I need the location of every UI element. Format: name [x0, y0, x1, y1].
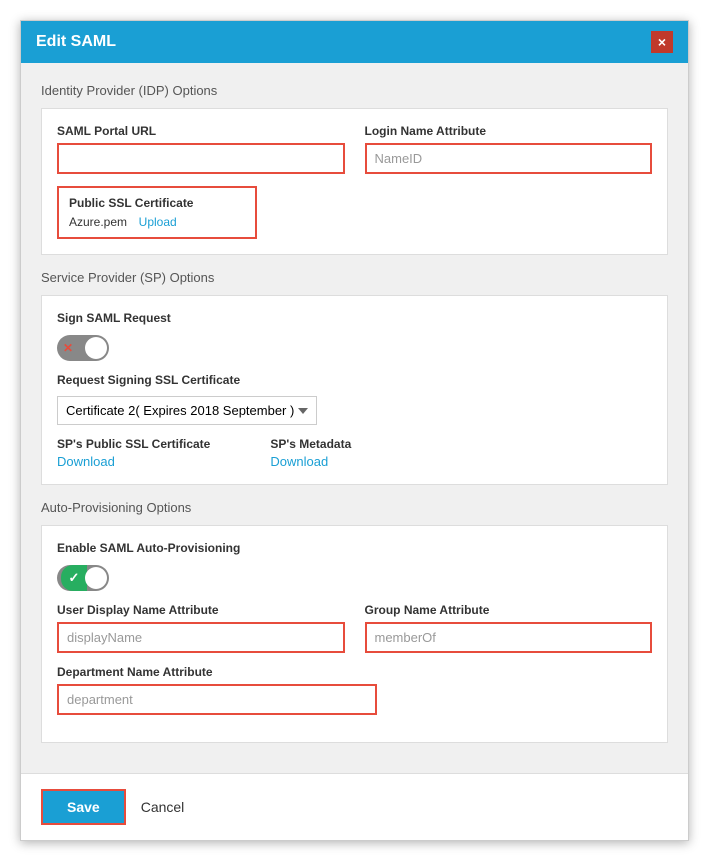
request-signing-label: Request Signing SSL Certificate: [57, 373, 652, 387]
dept-name-group: Department Name Attribute: [57, 665, 377, 715]
enable-auto-toggle[interactable]: ✓: [57, 565, 109, 591]
group-name-label: Group Name Attribute: [365, 603, 653, 617]
modal-body: Identity Provider (IDP) Options SAML Por…: [21, 63, 688, 773]
idp-section-title: Identity Provider (IDP) Options: [41, 83, 668, 98]
upload-link[interactable]: Upload: [139, 215, 177, 229]
user-display-group: User Display Name Attribute: [57, 603, 345, 653]
sp-metadata-label: SP's Metadata: [270, 437, 351, 451]
auto-section-box: Enable SAML Auto-Provisioning ✓ User Dis…: [41, 525, 668, 743]
group-name-input[interactable]: [365, 622, 653, 653]
close-button[interactable]: ×: [651, 31, 673, 53]
sp-metadata-col: SP's Metadata Download: [270, 437, 351, 469]
sign-request-group: Sign SAML Request ✕: [57, 311, 652, 361]
modal-footer: Save Cancel: [21, 773, 688, 840]
user-display-label: User Display Name Attribute: [57, 603, 345, 617]
download-row: SP's Public SSL Certificate Download SP'…: [57, 437, 652, 469]
group-name-group: Group Name Attribute: [365, 603, 653, 653]
enable-auto-group: Enable SAML Auto-Provisioning ✓: [57, 541, 652, 591]
sp-section-title: Service Provider (SP) Options: [41, 270, 668, 285]
enable-auto-toggle-container: ✓: [57, 565, 652, 591]
login-name-input[interactable]: [365, 143, 653, 174]
saml-url-group: SAML Portal URL: [57, 124, 345, 174]
ssl-cert-filename: Azure.pem: [69, 215, 127, 229]
sp-section-box: Sign SAML Request ✕ Request Signing SSL …: [41, 295, 668, 485]
sp-metadata-download-link[interactable]: Download: [270, 454, 351, 469]
dept-row: Department Name Attribute: [57, 665, 652, 715]
sp-ssl-download-link[interactable]: Download: [57, 454, 210, 469]
sign-saml-toggle[interactable]: ✕: [57, 335, 109, 361]
sign-request-label: Sign SAML Request: [57, 311, 652, 325]
toggle-knob: [85, 337, 107, 359]
sp-ssl-label: SP's Public SSL Certificate: [57, 437, 210, 451]
saml-url-label: SAML Portal URL: [57, 124, 345, 138]
certificate-select[interactable]: Certificate 2( Expires 2018 September ): [57, 396, 317, 425]
request-signing-group: Request Signing SSL Certificate Certific…: [57, 373, 652, 425]
enable-auto-label: Enable SAML Auto-Provisioning: [57, 541, 652, 555]
edit-saml-modal: Edit SAML × Identity Provider (IDP) Opti…: [20, 20, 689, 841]
ssl-cert-group: Public SSL Certificate Azure.pem Upload: [57, 186, 652, 239]
login-name-label: Login Name Attribute: [365, 124, 653, 138]
sp-ssl-col: SP's Public SSL Certificate Download: [57, 437, 210, 469]
save-button[interactable]: Save: [41, 789, 126, 825]
ssl-cert-label: Public SSL Certificate: [69, 196, 245, 210]
login-name-group: Login Name Attribute: [365, 124, 653, 174]
toggle-x-icon: ✕: [63, 341, 73, 355]
modal-title: Edit SAML: [36, 33, 116, 51]
dept-name-input[interactable]: [57, 684, 377, 715]
user-group-row: User Display Name Attribute Group Name A…: [57, 603, 652, 653]
idp-top-row: SAML Portal URL Login Name Attribute: [57, 124, 652, 174]
modal-header: Edit SAML ×: [21, 21, 688, 63]
idp-section-box: SAML Portal URL Login Name Attribute Pub…: [41, 108, 668, 255]
dept-name-label: Department Name Attribute: [57, 665, 377, 679]
toggle-check-icon: ✓: [61, 565, 87, 591]
ssl-cert-box: Public SSL Certificate Azure.pem Upload: [57, 186, 257, 239]
cancel-button[interactable]: Cancel: [141, 799, 185, 815]
sign-toggle-container: ✕: [57, 335, 652, 361]
certificate-select-wrapper: Certificate 2( Expires 2018 September ): [57, 396, 652, 425]
saml-url-input[interactable]: [57, 143, 345, 174]
toggle-knob-on: [85, 567, 107, 589]
user-display-input[interactable]: [57, 622, 345, 653]
auto-section-title: Auto-Provisioning Options: [41, 500, 668, 515]
